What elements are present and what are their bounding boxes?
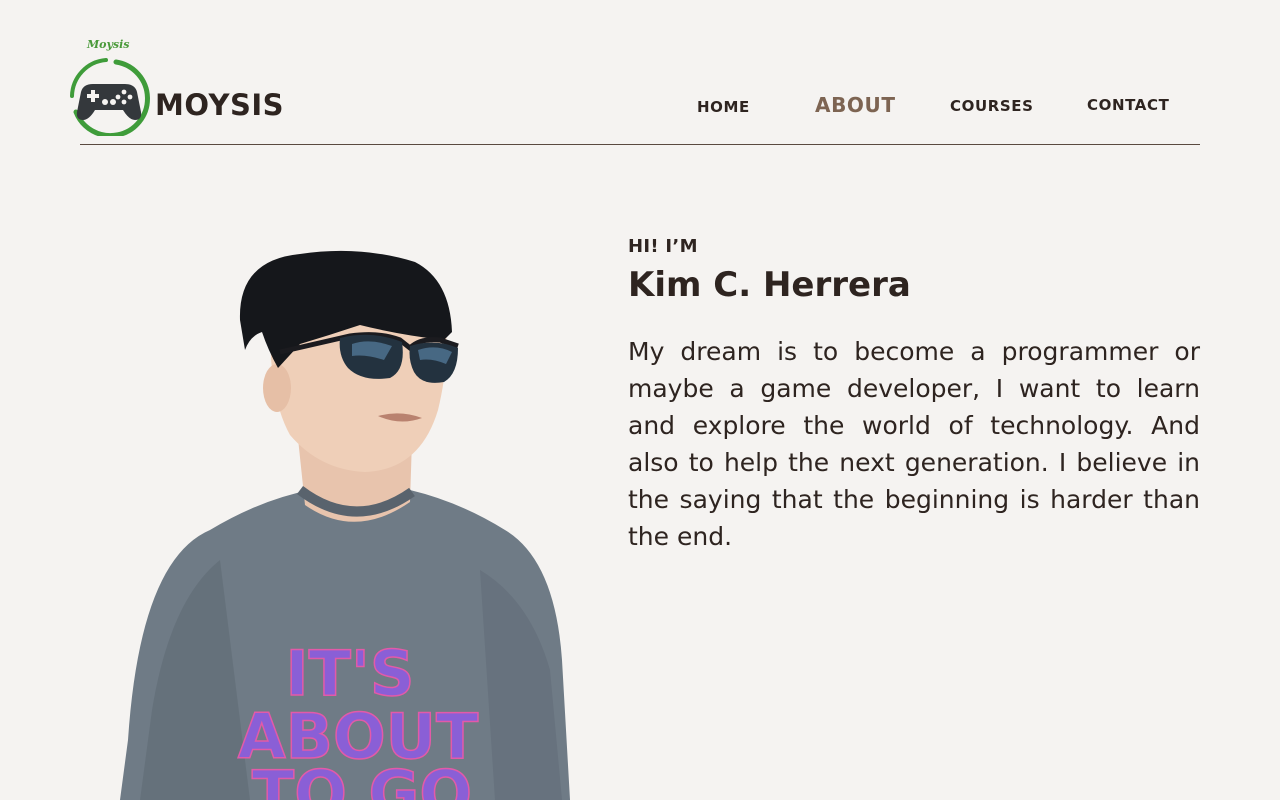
nav-about[interactable]: ABOUT xyxy=(815,93,896,117)
brand-logo-link[interactable]: Moysis MOYSIS xyxy=(64,36,294,136)
nav-contact[interactable]: CONTACT xyxy=(1087,96,1169,114)
brand-script-name: Moysis xyxy=(87,38,130,51)
greeting-text: HI! I’M xyxy=(628,236,698,257)
shirt-text-line-3: TO GO xyxy=(252,757,472,800)
nav-home[interactable]: HOME xyxy=(697,98,750,116)
header-divider xyxy=(80,144,1200,145)
nav-courses[interactable]: COURSES xyxy=(950,97,1034,115)
brand-name: MOYSIS xyxy=(155,88,285,122)
gamepad-icon xyxy=(70,58,150,136)
page: Moysis MOYSIS HOME ABOUT COURSES CONTACT xyxy=(0,0,1280,800)
person-name: Kim C. Herrera xyxy=(628,265,911,305)
profile-photo: IT'S ABOUT TO GO xyxy=(120,250,570,800)
bio-paragraph: My dream is to become a programmer or ma… xyxy=(628,337,1200,551)
